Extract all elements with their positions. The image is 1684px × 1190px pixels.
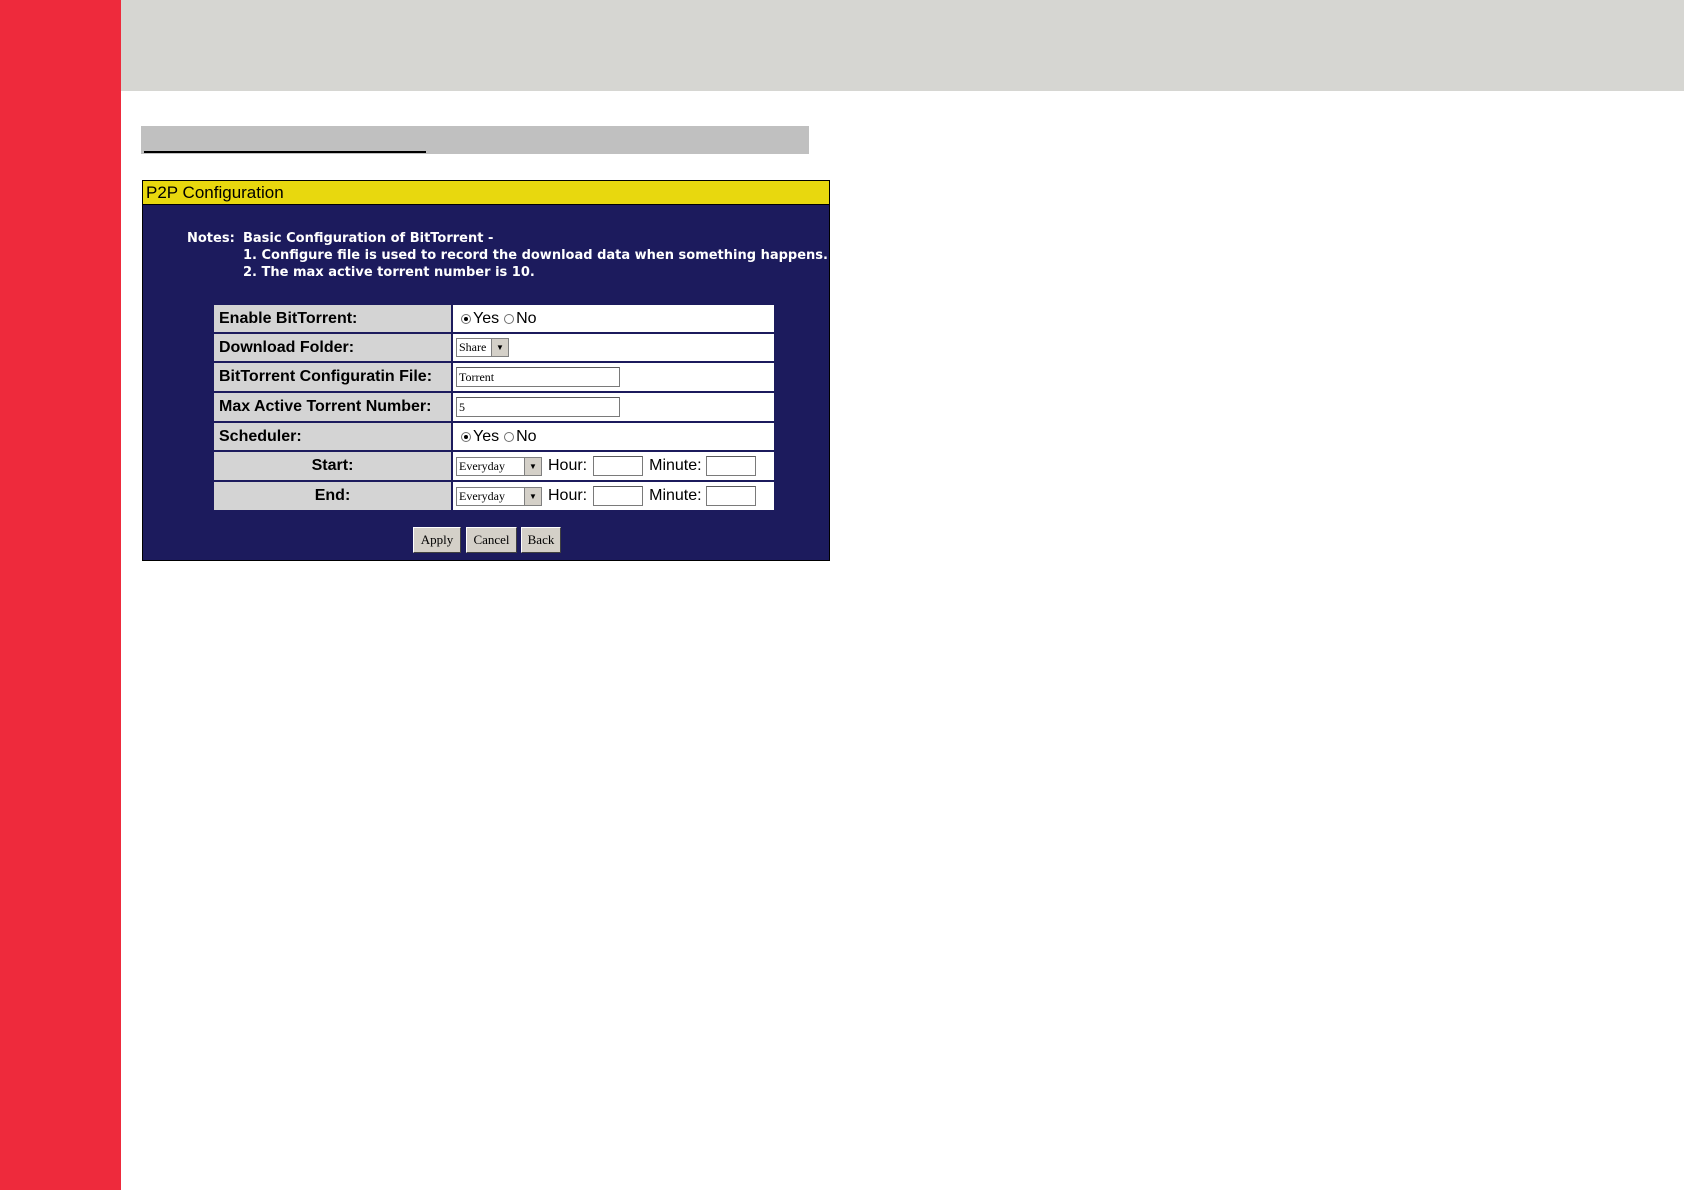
row-enable-bittorrent: Enable BitTorrent: Yes No [214,305,774,332]
start-minute-input[interactable] [705,456,756,476]
start-day-select[interactable]: Everyday ▼ [456,456,542,476]
note-line: 2. The max active torrent number is 10. [243,265,535,280]
enable-bittorrent-options: Yes No [453,305,774,332]
start-value: Everyday ▼ Hour: Minute: [453,452,774,480]
end-label: End: [214,482,451,510]
download-folder-label: Download Folder: [214,334,451,361]
row-max-active: Max Active Torrent Number: 5 [214,393,774,421]
apply-button[interactable]: Apply [413,527,461,553]
end-hour-label: Hour: [548,487,588,504]
enable-no-radio[interactable] [504,313,515,324]
config-file-value: Torrent [453,363,774,391]
row-config-file: BitTorrent Configuratin File: Torrent [214,363,774,391]
end-minute-input[interactable] [705,486,756,506]
row-start: Start: Everyday ▼ Hour: Minute: [214,452,774,480]
max-active-input[interactable]: 5 [456,397,620,417]
chevron-down-icon[interactable]: ▼ [524,457,541,475]
scheduler-no-label[interactable]: No [516,428,536,446]
end-hour-input[interactable] [593,486,644,506]
scheduler-label: Scheduler: [214,423,451,450]
config-form: Enable BitTorrent: Yes No Download Folde… [214,305,774,512]
config-file-input[interactable]: Torrent [456,367,620,387]
chevron-down-icon[interactable]: ▼ [491,339,508,356]
start-hour-input[interactable] [593,456,644,476]
start-day-selected: Everyday [459,458,505,473]
p2p-config-panel: P2P Configuration Notes: Basic Configura… [142,180,830,561]
back-button[interactable]: Back [521,527,561,553]
download-folder-value: Share ▼ [453,334,774,361]
section-strip [141,126,809,154]
notes-label: Notes: [187,231,235,246]
scheduler-options: Yes No [453,423,774,450]
header-band [121,0,1684,91]
chevron-down-icon[interactable]: ▼ [524,487,541,505]
config-file-label: BitTorrent Configuratin File: [214,363,451,391]
start-minute-label: Minute: [649,457,702,474]
max-active-value: 5 [453,393,774,421]
cancel-button[interactable]: Cancel [466,527,517,553]
scheduler-yes-radio[interactable] [461,431,471,442]
enable-yes-label[interactable]: Yes [473,310,499,328]
row-download-folder: Download Folder: Share ▼ [214,334,774,361]
start-hour-label: Hour: [548,457,588,474]
notes-text: Basic Configuration of BitTorrent - 1. C… [243,230,828,281]
enable-bittorrent-label: Enable BitTorrent: [214,305,451,332]
row-end: End: Everyday ▼ Hour: Minute: [214,482,774,510]
enable-no-label[interactable]: No [516,310,536,328]
max-active-label: Max Active Torrent Number: [214,393,451,421]
end-value: Everyday ▼ Hour: Minute: [453,482,774,510]
row-scheduler: Scheduler: Yes No [214,423,774,450]
enable-yes-radio[interactable] [461,313,471,324]
strip-underline [144,151,426,153]
end-day-select[interactable]: Everyday ▼ [456,486,542,506]
end-day-selected: Everyday [459,488,505,503]
scheduler-no-radio[interactable] [504,431,515,442]
end-minute-label: Minute: [649,487,702,504]
start-label: Start: [214,452,451,480]
scheduler-yes-label[interactable]: Yes [473,428,499,446]
red-sidebar [0,0,121,1190]
download-folder-select[interactable]: Share ▼ [456,338,509,357]
note-line: 1. Configure file is used to record the … [243,248,828,263]
download-folder-selected: Share [459,340,487,354]
note-line: Basic Configuration of BitTorrent - [243,231,494,246]
panel-title: P2P Configuration [143,181,829,205]
